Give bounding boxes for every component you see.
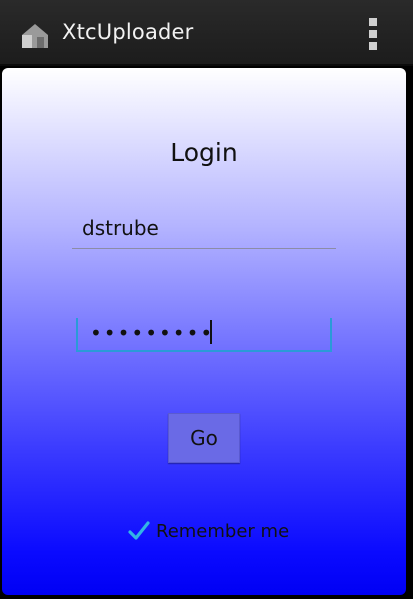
username-field[interactable]: dstrube: [72, 212, 336, 249]
password-field[interactable]: •••••••••: [76, 318, 332, 352]
action-bar: XtcUploader: [0, 0, 413, 66]
text-caret: [210, 320, 212, 344]
app-title: XtcUploader: [62, 20, 194, 44]
password-mask: •••••••••: [90, 321, 215, 345]
home-icon[interactable]: [22, 22, 48, 48]
login-panel: Login dstrube ••••••••• Go Remember me: [2, 68, 406, 595]
remember-me-row[interactable]: Remember me: [126, 518, 289, 544]
username-value: dstrube: [82, 216, 159, 240]
login-heading: Login: [170, 138, 238, 167]
checkbox-checked-icon[interactable]: [126, 519, 150, 543]
go-button[interactable]: Go: [168, 413, 240, 463]
app-window: XtcUploader Login dstrube ••••••••• Go R…: [0, 0, 413, 599]
overflow-menu-icon[interactable]: [364, 18, 382, 50]
remember-me-label: Remember me: [156, 520, 290, 542]
